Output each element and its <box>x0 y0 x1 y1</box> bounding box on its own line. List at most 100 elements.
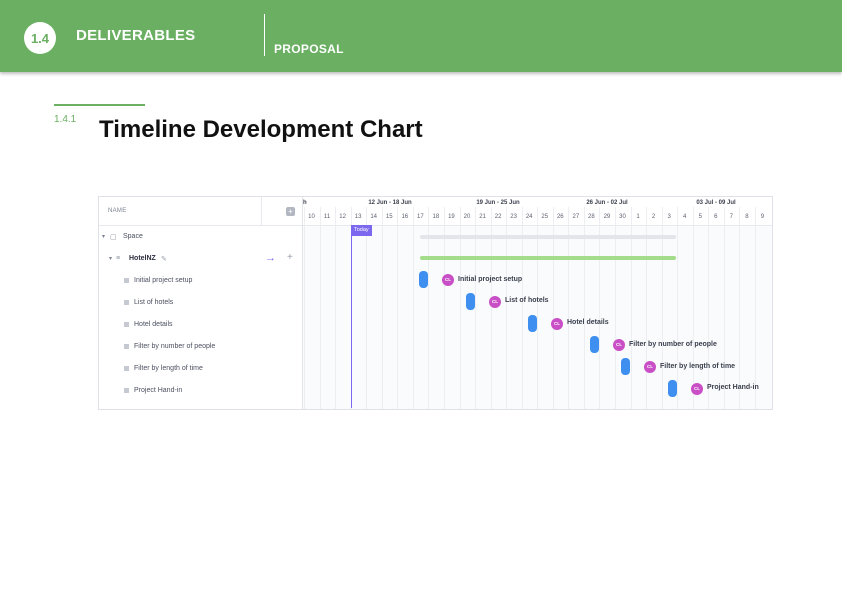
day-label: 17 <box>417 214 424 220</box>
space-label: Space <box>123 233 143 240</box>
day-label: 30 <box>619 214 626 220</box>
day-label: 16 <box>401 214 409 220</box>
arrow-right-icon[interactable]: → <box>265 252 276 264</box>
day-gridline <box>708 207 710 409</box>
list-duration-bar[interactable] <box>420 256 676 260</box>
week-label: 12 Jun - 18 Jun <box>368 200 412 206</box>
section-header: 1.4 DELIVERABLES PROPOSAL <box>0 0 842 72</box>
day-gridline <box>412 207 414 409</box>
page-title: Timeline Development Chart <box>99 116 423 143</box>
task-row[interactable]: List of hotels <box>99 292 302 314</box>
day-label: 13 <box>354 214 362 220</box>
task-row[interactable]: Hotel details <box>99 314 302 336</box>
day-label: 11 <box>323 214 331 220</box>
day-label: 23 <box>510 214 517 220</box>
space-duration-bar[interactable] <box>420 235 676 239</box>
day-label: 15 <box>385 214 393 220</box>
assignee-avatar[interactable]: CL <box>691 383 703 395</box>
task-milestone[interactable] <box>668 380 677 397</box>
day-label: 28 <box>588 214 595 220</box>
day-label: 5 <box>698 214 702 220</box>
task-label: Project Hand-in <box>134 387 183 394</box>
task-milestone[interactable] <box>528 315 537 332</box>
edit-pencil-icon[interactable]: ✎ <box>161 255 167 263</box>
task-row[interactable]: Project Hand-in <box>99 380 302 402</box>
day-gridline <box>692 207 694 409</box>
task-milestone[interactable] <box>466 293 475 310</box>
day-label: 7 <box>729 214 734 220</box>
section-title: DELIVERABLES <box>76 27 196 44</box>
collapse-caret-icon[interactable]: ▾ <box>109 255 112 262</box>
day-label: 8 <box>745 214 749 220</box>
day-label: 22 <box>494 214 502 220</box>
day-label: 6 <box>714 214 718 220</box>
week-label: h <box>303 200 307 206</box>
task-list-pane: NAME + ▾ ▢ Space ▾ ≡ HotelNZ ✎ → + Initi… <box>99 197 303 409</box>
name-column-label: NAME <box>108 208 127 214</box>
timeline-task-label: Project Hand-in <box>707 384 759 391</box>
task-label: Filter by number of people <box>134 343 216 350</box>
day-gridline <box>754 207 756 409</box>
day-label: 4 <box>683 214 687 220</box>
day-label: 29 <box>603 214 611 220</box>
space-row[interactable]: ▾ ▢ Space <box>99 226 302 248</box>
timeline-task-label: Filter by length of time <box>660 363 736 370</box>
day-label: 3 <box>667 214 671 220</box>
task-status-icon <box>124 366 129 371</box>
assignee-avatar[interactable]: CL <box>489 296 501 308</box>
task-milestone[interactable] <box>590 336 599 353</box>
timeline-task-label: Filter by number of people <box>629 341 717 348</box>
day-label: 18 <box>432 214 440 220</box>
add-task-icon[interactable]: + <box>287 252 293 263</box>
list-row-hotelnz[interactable]: ▾ ≡ HotelNZ ✎ → + <box>99 248 302 270</box>
week-label: 26 Jun - 02 Jul <box>586 200 628 206</box>
assignee-avatar[interactable]: CL <box>644 361 656 373</box>
day-gridline <box>335 207 337 409</box>
task-row[interactable]: Filter by number of people <box>99 336 302 358</box>
timeline-task-label: Initial project setup <box>458 276 523 283</box>
timeline-task-label: List of hotels <box>505 297 549 304</box>
assignee-avatar[interactable]: CL <box>551 318 563 330</box>
subheading-rule <box>54 104 145 106</box>
day-label: 1 <box>636 214 640 220</box>
task-status-icon <box>124 300 129 305</box>
day-label: 9 <box>760 214 765 220</box>
task-milestone[interactable] <box>419 271 428 288</box>
day-gridline <box>304 207 305 409</box>
header-separator <box>261 197 262 225</box>
day-gridline <box>319 207 321 409</box>
subsection-title: PROPOSAL <box>274 42 344 56</box>
today-line <box>351 236 352 408</box>
task-label: Initial project setup <box>134 277 193 284</box>
day-label: 27 <box>572 214 580 220</box>
day-label: 2 <box>651 214 656 220</box>
task-label: List of hotels <box>134 299 174 306</box>
assignee-avatar[interactable]: CL <box>613 339 625 351</box>
add-column-button[interactable]: + <box>286 207 295 216</box>
header-divider <box>264 14 265 56</box>
day-label: 12 <box>339 214 346 220</box>
task-row[interactable]: Initial project setup <box>99 270 302 292</box>
collapse-caret-icon[interactable]: ▾ <box>102 233 105 240</box>
day-label: 25 <box>541 214 549 220</box>
gantt-chart: NAME + ▾ ▢ Space ▾ ≡ HotelNZ ✎ → + Initi… <box>98 196 773 410</box>
day-label: 20 <box>463 214 471 220</box>
day-label: 24 <box>525 214 533 220</box>
task-status-icon <box>124 322 129 327</box>
task-label: Hotel details <box>134 321 173 328</box>
task-label: Filter by length of time <box>134 365 203 372</box>
task-status-icon <box>124 388 129 393</box>
day-gridline <box>381 207 383 409</box>
day-label: 10 <box>308 214 315 220</box>
timeline-task-label: Hotel details <box>567 319 609 326</box>
week-label: 19 Jun - 25 Jun <box>476 200 520 206</box>
task-row[interactable]: Filter by length of time <box>99 358 302 380</box>
day-label: 21 <box>479 214 486 220</box>
day-gridline <box>739 207 741 409</box>
today-badge: Today <box>351 225 372 236</box>
list-label: HotelNZ <box>129 255 156 262</box>
day-gridline <box>397 207 399 409</box>
task-milestone[interactable] <box>621 358 630 375</box>
assignee-avatar[interactable]: CL <box>442 274 454 286</box>
task-status-icon <box>124 344 129 349</box>
